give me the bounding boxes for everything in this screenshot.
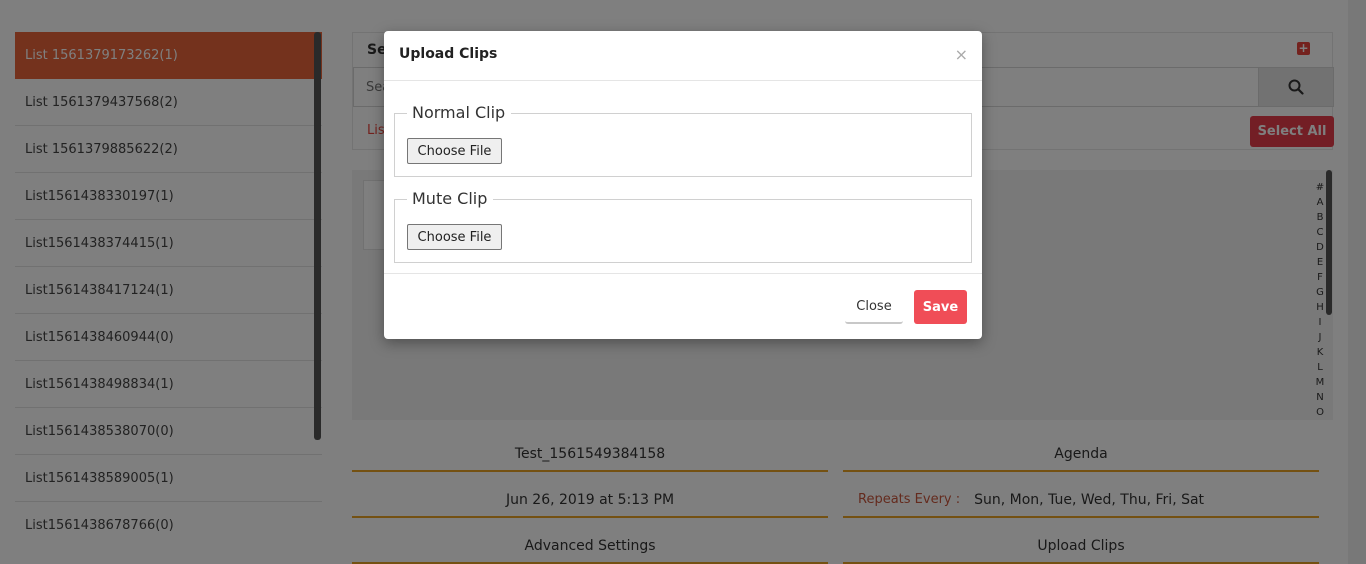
upload-clips-modal: Upload Clips × Normal Clip Choose File M… xyxy=(384,31,982,339)
normal-clip-file-input[interactable]: Choose File xyxy=(407,138,502,164)
mute-clip-legend: Mute Clip xyxy=(407,190,494,208)
mute-clip-file-input[interactable]: Choose File xyxy=(407,224,502,250)
normal-clip-legend: Normal Clip xyxy=(407,104,512,122)
modal-title: Upload Clips xyxy=(399,46,498,62)
modal-header: Upload Clips × xyxy=(384,31,982,81)
mute-clip-fieldset: Mute Clip Choose File xyxy=(394,190,972,263)
normal-clip-fieldset: Normal Clip Choose File xyxy=(394,104,972,177)
close-button[interactable]: Close xyxy=(845,290,903,324)
close-icon[interactable]: × xyxy=(955,45,968,65)
save-button[interactable]: Save xyxy=(914,290,967,324)
modal-footer: Close Save xyxy=(384,273,982,339)
